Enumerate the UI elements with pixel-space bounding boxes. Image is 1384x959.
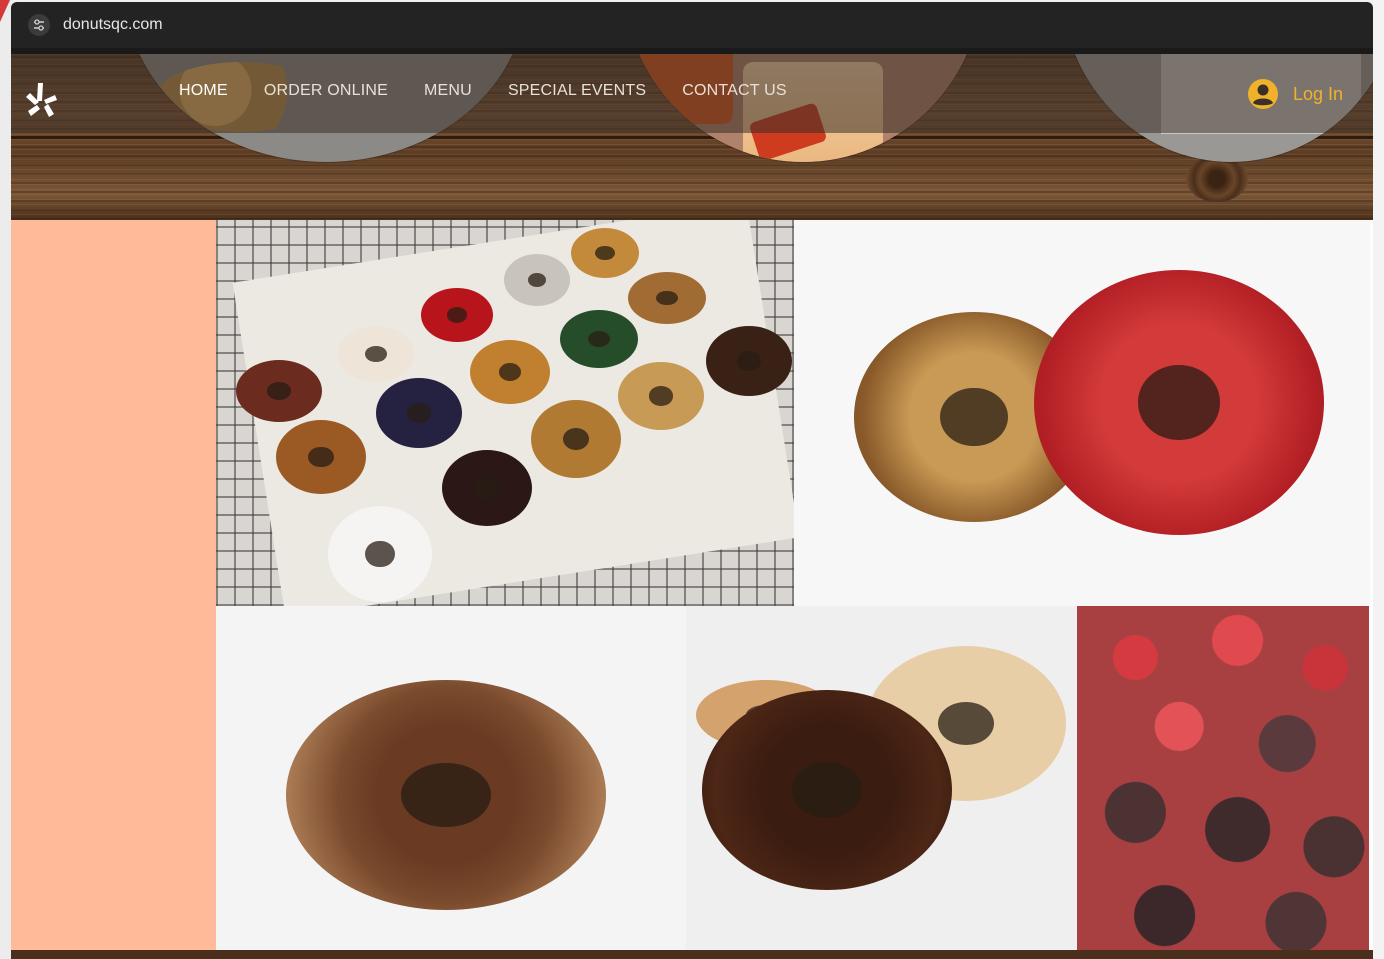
glazed-chocolate-old-fashioned-donut-photo [216,606,686,950]
site-header: HOME ORDER ONLINE MENU SPECIAL EVENTS CO… [11,54,1373,220]
login-label: Log In [1293,83,1344,104]
nav-special-events[interactable]: SPECIAL EVENTS [508,82,646,100]
yelp-burst-icon[interactable] [24,81,58,121]
login-button[interactable]: Log In [1247,78,1343,110]
corner-accent [0,0,10,22]
donut-holes-red-and-chocolate-photo [1077,606,1369,950]
nav-order-online[interactable]: ORDER ONLINE [264,82,388,100]
browser-address-bar[interactable]: donutsqc.com [11,2,1373,54]
window-edge-left [0,0,11,959]
chocolate-frosted-and-sugar-donuts-photo [686,606,1077,950]
main-content [11,220,1373,950]
nav-menu[interactable]: MENU [424,82,472,100]
window-edge-right [1373,0,1384,959]
nav-home[interactable]: HOME [179,82,228,100]
wood-knot [1186,156,1248,202]
site-info-icon[interactable] [28,14,50,36]
nut-topped-and-red-glazed-donuts-photo [794,220,1370,606]
nav-contact-us[interactable]: CONTACT US [682,82,787,100]
user-avatar-icon [1248,79,1278,109]
nav-bar: HOME ORDER ONLINE MENU SPECIAL EVENTS CO… [11,54,1373,133]
footer-wood-strip [11,950,1373,959]
side-color-panel [11,220,216,950]
tray-of-assorted-donuts-photo [216,220,794,606]
main-nav: HOME ORDER ONLINE MENU SPECIAL EVENTS CO… [179,82,823,100]
url-text[interactable]: donutsqc.com [63,16,163,34]
